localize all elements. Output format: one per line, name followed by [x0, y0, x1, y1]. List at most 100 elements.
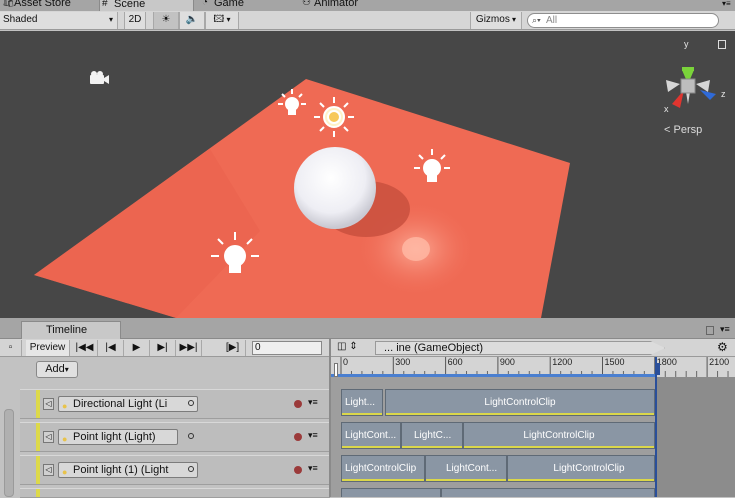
ruler-tick-label: 300	[395, 357, 410, 367]
mute-icon[interactable]: ◁	[43, 464, 54, 476]
audio-toggle[interactable]: 🔈	[179, 12, 205, 29]
goto-start-icon[interactable]: |◀◀	[72, 340, 98, 356]
timeline-tab-bar: Timeline ▾≡	[0, 318, 735, 339]
window-tab-bar: 🛍 Asset Store # Scene ◔ Game ⚇ Animator …	[0, 0, 735, 11]
ruler-tick-label: 1500	[605, 357, 625, 367]
timeline-clip-area[interactable]: ◫ ⇕ ... ine (GameObject) ⚙ 0 300 600 900 120…	[331, 339, 735, 497]
clip-row: Light... LightControlClip	[341, 387, 661, 417]
effects-dropdown[interactable]: 🖾 ▾	[205, 12, 239, 29]
clip-row	[341, 486, 661, 497]
persp-label: Persp	[673, 124, 703, 136]
2d-toggle[interactable]: 2D	[124, 12, 146, 29]
light-control-clip[interactable]: Light...	[341, 389, 383, 416]
track-directional-light[interactable]: ◁ ● Directional Light (Li ▾≡	[20, 389, 330, 419]
record-icon[interactable]	[294, 466, 302, 474]
light-control-clip[interactable]	[341, 488, 441, 497]
sphere	[294, 147, 376, 229]
tab-timeline[interactable]: Timeline	[21, 321, 121, 339]
object-picker-icon[interactable]	[188, 466, 194, 472]
track-menu-icon[interactable]: ▾≡	[308, 463, 318, 473]
gizmos-dropdown[interactable]: Gizmos ▾	[470, 12, 522, 29]
vertical-scrollbar[interactable]	[4, 409, 14, 497]
tab-scene[interactable]: # Scene	[99, 0, 194, 11]
preview-button[interactable]: Preview	[26, 340, 70, 356]
shading-mode-dropdown[interactable]: Shaded ▾	[0, 12, 118, 29]
lock-icon[interactable]	[706, 326, 714, 335]
tab-label: Animator	[314, 0, 359, 9]
shading-mode-label: Shaded	[3, 14, 38, 25]
ruler-ticks-svg: 0 300 600 900 1200 1500 1800 2100	[331, 357, 729, 377]
grid-icon: #	[102, 0, 108, 9]
scene-view[interactable]: y x z < Persp	[0, 31, 735, 318]
inactive-region	[656, 377, 735, 497]
projection-toggle[interactable]: < Persp	[664, 124, 702, 136]
tab-asset-store[interactable]: 🛍 Asset Store	[0, 0, 90, 11]
track-binding-label: Point light (1) (Light	[73, 464, 169, 476]
playback-controls: ▫ Preview |◀◀ |◀ ▶ ▶| ▶▶| [▶] 0	[0, 339, 330, 357]
lock-icon[interactable]	[718, 40, 726, 49]
tab-animator[interactable]: ⚇ Animator	[300, 0, 400, 11]
light-control-clip[interactable]: LightC...	[401, 422, 463, 449]
track-menu-icon[interactable]: ▾≡	[308, 397, 318, 407]
mute-icon[interactable]: ◁	[43, 431, 54, 443]
previous-frame-icon[interactable]: |◀	[98, 340, 124, 356]
animator-icon: ⚇	[302, 0, 311, 8]
layout-icon[interactable]: ◫ ⇕	[337, 341, 358, 352]
asset-store-icon: 🛍	[2, 0, 15, 8]
track-menu-icon[interactable]: ▾≡	[308, 430, 318, 440]
track-binding-field[interactable]: ● Point light (Light)	[58, 429, 178, 445]
binding-breadcrumb[interactable]: ... ine (GameObject)	[375, 341, 665, 355]
binding-header: ◫ ⇕ ... ine (GameObject) ⚙	[331, 339, 735, 357]
light-control-clip[interactable]	[441, 488, 655, 497]
camera-icon	[90, 71, 109, 84]
dropdown-arrow-icon: ▾	[108, 15, 113, 24]
tab-game[interactable]: ◔ Game	[200, 0, 290, 11]
persp-icon: <	[664, 124, 671, 136]
add-label: Add	[45, 363, 65, 375]
clip-row: LightCont... LightC... LightControlClip	[341, 420, 661, 450]
light-control-clip[interactable]: LightControlClip	[341, 455, 425, 482]
play-range-icon[interactable]: [▶]	[220, 340, 246, 356]
goto-end-icon[interactable]: ▶▶|	[176, 340, 202, 356]
track-binding-label: Point light (Light)	[73, 431, 156, 443]
tab-label: Asset Store	[14, 0, 71, 9]
record-icon[interactable]	[294, 433, 302, 441]
window-menu-icon[interactable]: ▾≡	[720, 324, 730, 335]
scene-canvas	[34, 67, 716, 318]
light-control-clip[interactable]: LightCont...	[341, 422, 401, 449]
track-binding-field[interactable]: ● Point light (1) (Light	[58, 462, 198, 478]
next-frame-icon[interactable]: ▶|	[150, 340, 176, 356]
light-control-clip[interactable]: LightControlClip	[385, 389, 655, 416]
scene-toolbar: Shaded ▾ 2D ☀ 🔈 🖾 ▾ Gizmos ▾ ⌕▾ All	[0, 11, 735, 30]
gizmo-axis-y: y	[684, 39, 689, 49]
end-marker-handle[interactable]	[655, 363, 660, 375]
record-icon[interactable]	[294, 400, 302, 408]
mute-icon[interactable]: ◁	[43, 398, 54, 410]
preview-label: Preview	[29, 342, 66, 353]
search-placeholder: All	[546, 15, 558, 26]
lock-icon[interactable]: ▫	[0, 340, 22, 356]
playhead[interactable]	[334, 363, 338, 377]
track-color-bar	[36, 489, 40, 497]
object-picker-icon[interactable]	[188, 400, 194, 406]
light-control-clip[interactable]: LightControlClip	[463, 422, 655, 449]
light-control-clip[interactable]: LightControlClip	[507, 455, 655, 482]
gear-icon[interactable]: ⚙	[717, 340, 728, 354]
object-picker-icon[interactable]	[188, 433, 194, 439]
light-icon: ●	[62, 467, 68, 477]
track-binding-field[interactable]: ● Directional Light (Li	[58, 396, 198, 412]
window-menu-icon[interactable]: ▾≡	[722, 0, 734, 10]
frame-field[interactable]: 0	[252, 341, 322, 355]
tab-label: Scene	[114, 0, 146, 10]
scene-search-input[interactable]: ⌕▾ All	[527, 13, 719, 28]
time-ruler[interactable]: 0 300 600 900 1200 1500 1800 2100	[331, 357, 735, 377]
timeline-window: Timeline ▾≡ ▫ Preview |◀◀ |◀ ▶ ▶| ▶▶| [▶…	[0, 318, 735, 498]
binding-title: ... ine (GameObject)	[384, 342, 484, 354]
track-point-light[interactable]: ◁ ● Point light (Light) ▾≡	[20, 422, 330, 452]
ruler-tick-label: 0	[343, 357, 348, 367]
track-point-light-1[interactable]: ◁ ● Point light (1) (Light ▾≡	[20, 455, 330, 485]
light-control-clip[interactable]: LightCont...	[425, 455, 507, 482]
add-track-button[interactable]: Add▾	[36, 361, 78, 378]
play-icon[interactable]: ▶	[124, 340, 150, 356]
lighting-toggle[interactable]: ☀	[153, 12, 179, 29]
